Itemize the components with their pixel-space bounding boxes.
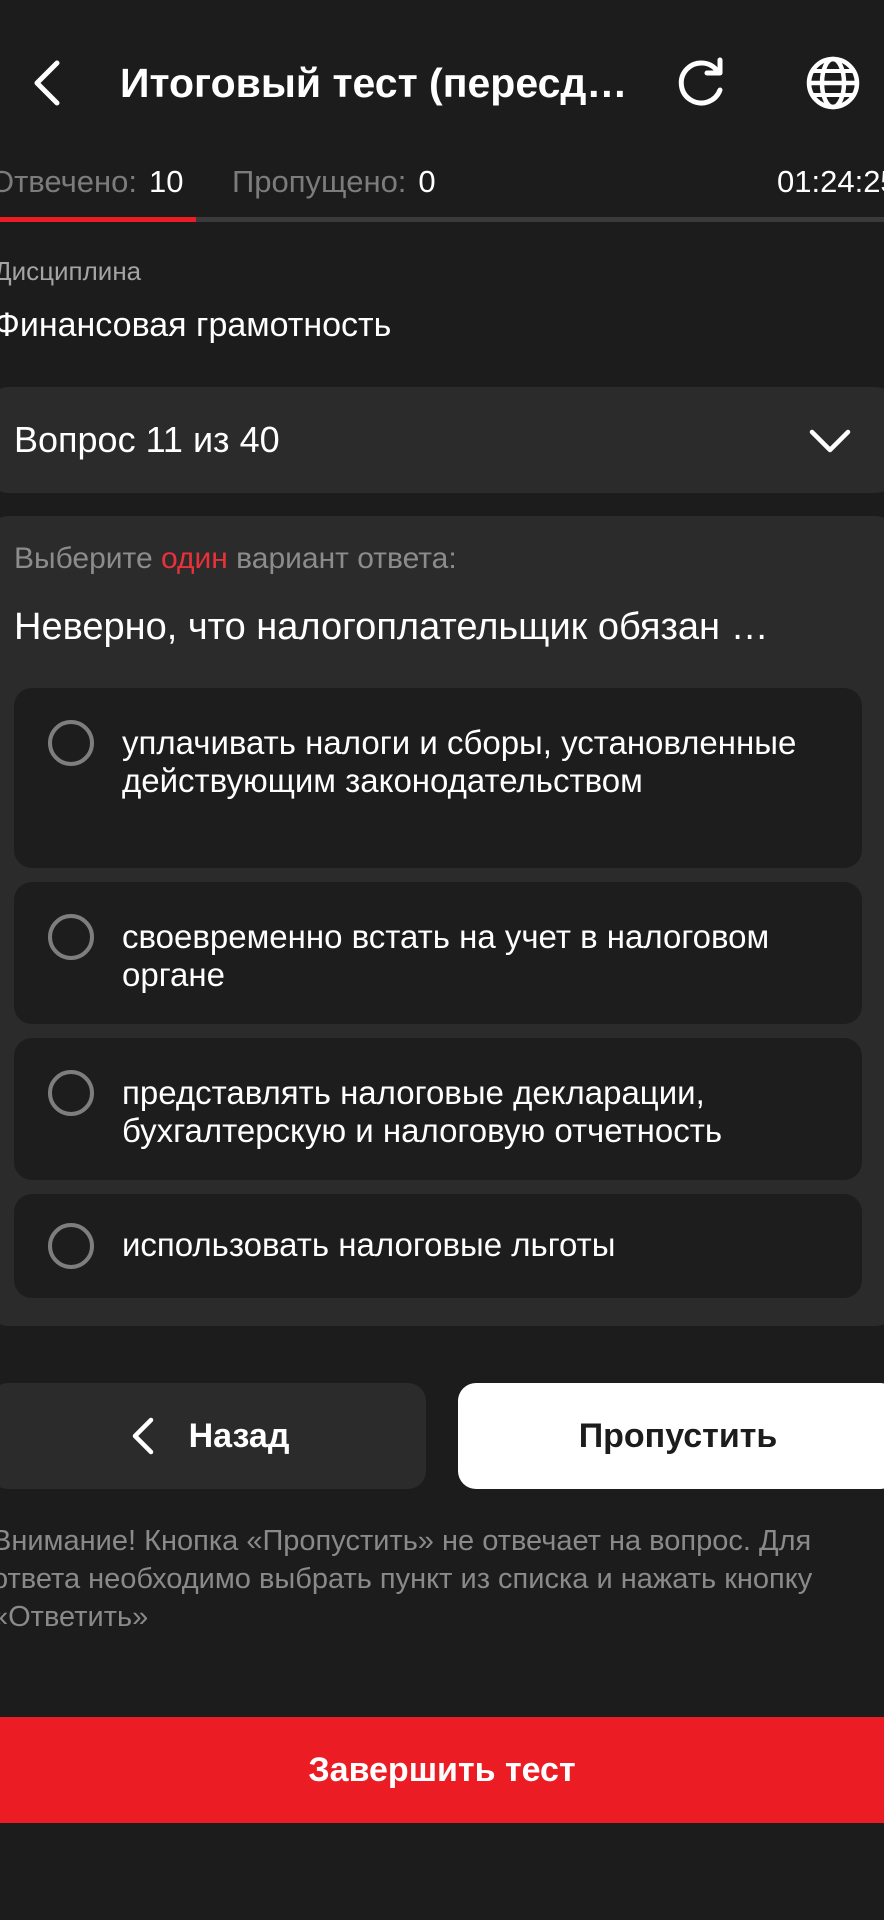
finish-test-button[interactable]: Завершить тест bbox=[0, 1717, 884, 1823]
answer-option-label: представлять налоговые декларации, бухга… bbox=[122, 1074, 723, 1149]
question-selector[interactable]: Вопрос 11 из 40 bbox=[0, 387, 884, 493]
skip-label: Пропустить bbox=[578, 1416, 778, 1455]
answer-option[interactable]: уплачивать налоги и сборы, установленные… bbox=[14, 688, 862, 868]
answer-option[interactable]: представлять налоговые декларации, бухга… bbox=[14, 1038, 862, 1180]
timer: 01:24:25 bbox=[777, 164, 884, 199]
answer-option[interactable]: своевременно встать на учет в налоговом … bbox=[14, 882, 862, 1024]
refresh-button[interactable] bbox=[668, 50, 734, 116]
instruction-end: вариант ответа: bbox=[227, 542, 457, 575]
progress-fill bbox=[0, 217, 196, 222]
radio-button[interactable] bbox=[48, 914, 94, 960]
question-card: Выберите один вариант ответа: Неверно, ч… bbox=[0, 516, 884, 1326]
question-text: Неверно, что налогоплательщик обязан … bbox=[14, 606, 769, 648]
answered-label: Отвечено: bbox=[0, 164, 138, 199]
answered-count: 10 bbox=[149, 164, 184, 199]
radio-button[interactable] bbox=[48, 1223, 94, 1269]
finish-test-label: Завершить тест bbox=[308, 1750, 576, 1789]
radio-button[interactable] bbox=[48, 1070, 94, 1116]
test-screen: Итоговый тест (пересдача) Отвечено: 10 Пр… bbox=[0, 0, 884, 1920]
globe-icon bbox=[806, 56, 860, 110]
page-title: Итоговый тест (пересдача) bbox=[120, 60, 640, 106]
question-number: Вопрос 11 из 40 bbox=[14, 419, 280, 460]
answer-option-label: уплачивать налоги и сборы, установленные… bbox=[122, 724, 797, 799]
progress-bar bbox=[0, 217, 884, 222]
chevron-left-icon bbox=[34, 60, 60, 106]
skipped-count: 0 bbox=[418, 164, 436, 199]
instruction-start: Выберите bbox=[14, 542, 161, 575]
answer-option-label: использовать налоговые льготы bbox=[122, 1226, 616, 1263]
header: Итоговый тест (пересдача) bbox=[0, 0, 884, 150]
discipline-label: Дисциплина bbox=[0, 256, 142, 286]
status-bar: Отвечено: 10 Пропущено: 0 01:24:25 bbox=[0, 158, 884, 206]
back-nav-button[interactable]: Назад bbox=[0, 1383, 426, 1489]
answer-option[interactable]: использовать налоговые льготы bbox=[14, 1194, 862, 1298]
discipline-value: Финансовая грамотность bbox=[0, 306, 392, 344]
skip-button[interactable]: Пропустить bbox=[458, 1383, 884, 1489]
answer-option-label: своевременно встать на учет в налоговом … bbox=[122, 918, 770, 993]
instruction-accent: один bbox=[160, 542, 228, 575]
back-nav-label: Назад bbox=[188, 1416, 290, 1455]
chevron-down-icon bbox=[809, 429, 851, 453]
back-button[interactable] bbox=[18, 50, 74, 116]
warning-text: Внимание! Кнопка «Пропустить» не отвечае… bbox=[0, 1525, 813, 1633]
language-button[interactable] bbox=[800, 50, 866, 116]
skipped-label: Пропущено: bbox=[232, 164, 407, 199]
instruction: Выберите один вариант ответа: bbox=[14, 542, 457, 576]
chevron-left-icon bbox=[132, 1417, 153, 1455]
skipped-stat: Пропущено: 0 bbox=[232, 158, 436, 206]
radio-button[interactable] bbox=[48, 720, 94, 766]
answered-stat: Отвечено: 10 bbox=[0, 158, 184, 206]
refresh-icon bbox=[678, 57, 723, 106]
